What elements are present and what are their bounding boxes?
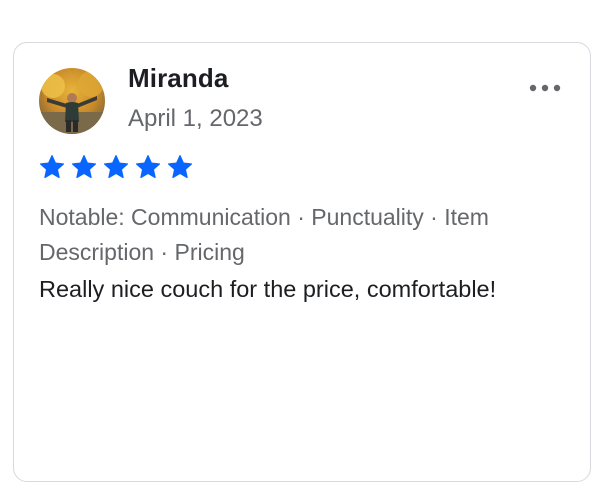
review-card: Miranda April 1, 2023 Notable: Communica… — [13, 42, 591, 482]
star-rating — [39, 154, 193, 180]
review-date: April 1, 2023 — [128, 105, 263, 132]
star-icon — [71, 155, 97, 179]
star-icon — [39, 155, 65, 179]
review-text: Really nice couch for the price, comfort… — [39, 276, 497, 302]
star-icon — [135, 155, 161, 179]
star-icon — [103, 155, 129, 179]
reviewer-avatar[interactable] — [39, 68, 105, 134]
star-icon — [167, 155, 193, 179]
more-options-icon — [529, 84, 561, 92]
more-options-button[interactable] — [524, 77, 566, 99]
reviewer-name[interactable]: Miranda — [128, 63, 228, 94]
notable-tags: Notable: Communication · Punctuality · I… — [39, 204, 489, 265]
